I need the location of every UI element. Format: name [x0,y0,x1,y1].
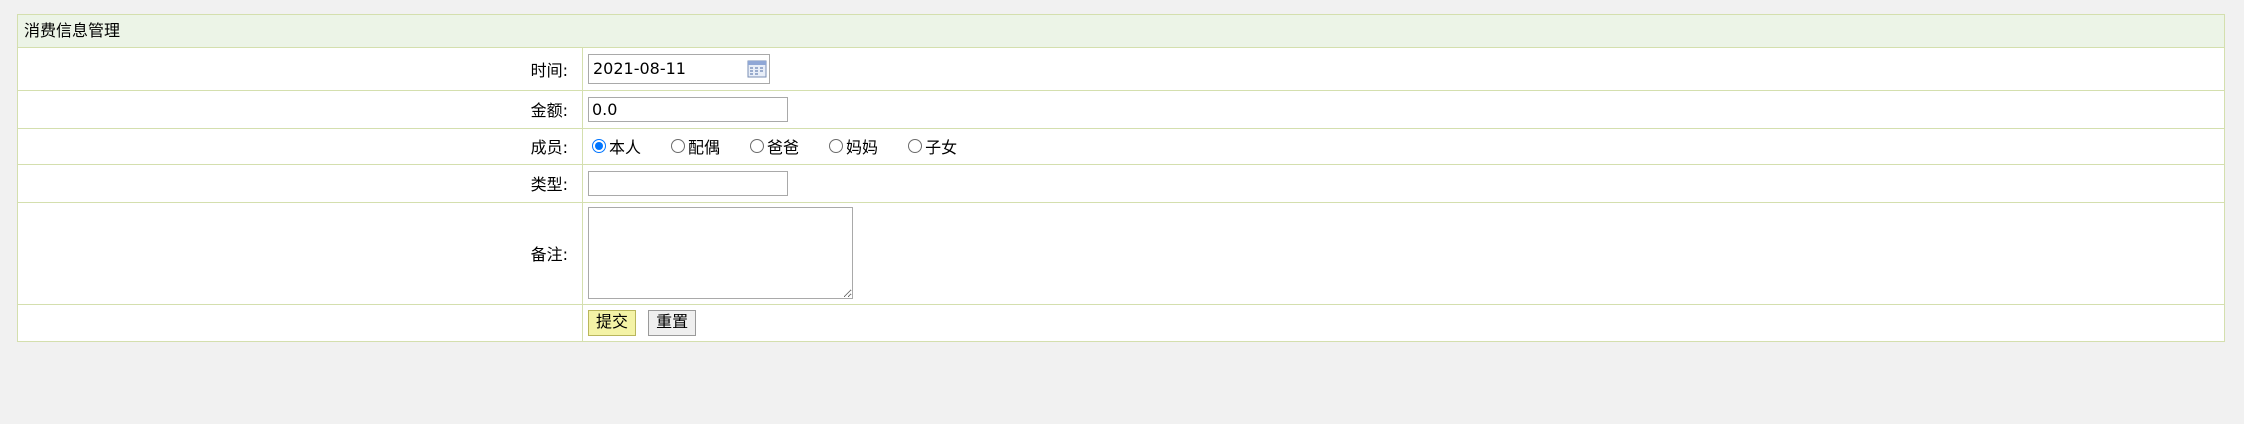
amount-label: 金额: [18,89,583,128]
type-input[interactable] [588,170,788,196]
member-option-label: 配偶 [688,138,721,157]
member-option-self[interactable]: 本人 [592,134,641,158]
note-label: 备注: [18,201,583,304]
time-input[interactable] [593,55,733,82]
member-option-children[interactable]: 子女 [908,134,957,158]
type-label: 类型: [18,163,583,202]
note-textarea[interactable] [588,207,853,299]
radio-children[interactable] [908,139,923,153]
member-option-spouse[interactable]: 配偶 [671,134,720,158]
member-option-father[interactable]: 爸爸 [750,134,799,158]
reset-button[interactable]: 重置 [648,309,697,336]
member-radio-group: 本人 配偶 爸爸 妈妈 子女 [588,134,2224,158]
member-option-mother[interactable]: 妈妈 [829,134,878,158]
radio-father[interactable] [750,139,765,153]
member-label: 成员: [18,127,583,164]
member-option-label: 子女 [925,138,958,157]
time-row: 时间: [18,48,2224,90]
radio-self[interactable] [592,139,606,153]
radio-mother[interactable] [829,139,844,153]
submit-button[interactable]: 提交 [588,309,637,336]
consumption-form-panel: 消费信息管理 时间: 2021-08-11 金额: 0.0 成员: 本人 配偶 … [17,14,2225,342]
member-option-label: 本人 [609,138,642,157]
note-row: 备注: [18,201,2224,304]
buttons-row: 提交 重置 [18,303,2224,341]
member-option-label: 妈妈 [846,138,879,157]
calendar-icon[interactable] [747,60,767,78]
member-option-label: 爸爸 [767,138,800,157]
type-row: 类型: [18,163,2224,202]
consumption-form: 时间: 金额: [18,48,2224,341]
amount-row: 金额: [18,89,2224,128]
date-picker[interactable] [588,53,770,84]
amount-input[interactable] [588,96,788,122]
panel-title: 消费信息管理 [18,15,2224,48]
radio-spouse[interactable] [671,139,686,153]
member-row: 成员: 本人 配偶 爸爸 妈妈 子女 [18,127,2224,164]
time-label: 时间: [18,48,583,90]
